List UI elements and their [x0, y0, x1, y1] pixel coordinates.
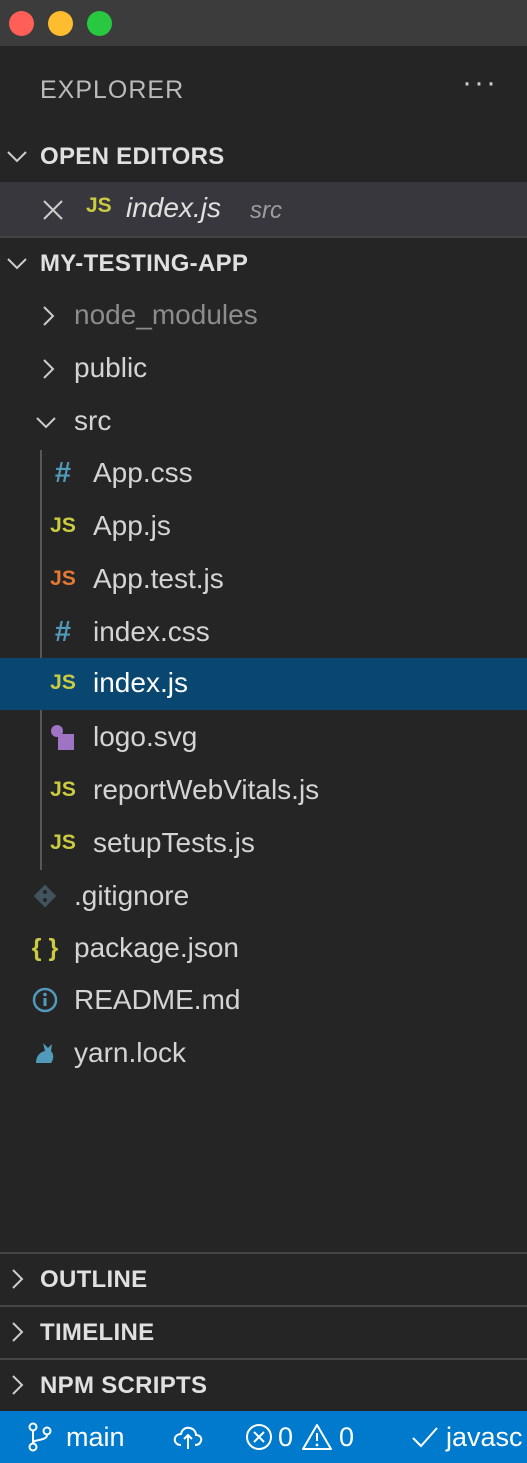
tree-file-yarn-lock[interactable]: yarn.lock: [0, 1028, 527, 1080]
window-minimize-button[interactable]: [48, 11, 73, 36]
tree-file-index-css[interactable]: # index.css: [0, 607, 527, 659]
tree-folder-public[interactable]: public: [0, 343, 527, 395]
npm-scripts-panel-header[interactable]: NPM SCRIPTS: [0, 1358, 527, 1412]
js-file-icon: JS: [50, 514, 76, 537]
open-editor-path: src: [250, 197, 282, 224]
timeline-panel-header[interactable]: TIMELINE: [0, 1305, 527, 1357]
git-branch-icon: [28, 1422, 52, 1452]
close-icon[interactable]: [40, 197, 66, 223]
open-editors-header[interactable]: OPEN EDITORS: [0, 131, 527, 181]
problems-status[interactable]: 0 0: [244, 1411, 354, 1463]
tree-file-package-json[interactable]: { } package.json: [0, 923, 527, 975]
tree-folder-src[interactable]: src: [0, 396, 527, 448]
tree-file-app-css[interactable]: # App.css: [0, 448, 527, 500]
warning-count: 0: [339, 1421, 355, 1452]
git-icon: [33, 884, 57, 908]
timeline-label: TIMELINE: [40, 1319, 155, 1346]
test-js-file-icon: JS: [50, 567, 76, 590]
js-file-icon: JS: [50, 778, 76, 801]
tree-item-label: package.json: [74, 932, 240, 963]
tree-item-label: logo.svg: [93, 721, 198, 752]
tree-item-label: src: [74, 405, 112, 436]
tree-item-label: node_modules: [74, 299, 258, 330]
tree-item-label: index.css: [93, 616, 210, 647]
tree-file-setuptests-js[interactable]: JS setupTests.js: [0, 818, 527, 870]
window-close-button[interactable]: [9, 11, 34, 36]
branch-name: main: [66, 1421, 125, 1452]
project-header[interactable]: MY-TESTING-APP: [0, 236, 527, 288]
error-count: 0: [278, 1421, 294, 1452]
chevron-right-icon: [12, 1322, 24, 1342]
open-editor-item[interactable]: JS index.js src: [0, 182, 527, 236]
explorer-title: EXPLORER: [40, 76, 185, 104]
more-actions-icon[interactable]: ···: [462, 66, 498, 100]
title-bar: [0, 0, 527, 46]
tree-file-readme-md[interactable]: README.md: [0, 975, 527, 1027]
js-file-icon: JS: [50, 831, 76, 854]
svg-image-icon: [51, 725, 74, 750]
tree-item-label: reportWebVitals.js: [93, 774, 320, 805]
chevron-down-icon: [7, 151, 27, 163]
info-icon: [32, 987, 58, 1013]
window-maximize-button[interactable]: [87, 11, 112, 36]
css-file-icon: #: [54, 457, 72, 489]
branch-status[interactable]: main: [26, 1411, 125, 1463]
json-file-icon: { }: [31, 934, 59, 962]
tree-file-gitignore[interactable]: .gitignore: [0, 871, 527, 923]
js-file-icon: JS: [50, 671, 76, 694]
project-label: MY-TESTING-APP: [40, 250, 249, 277]
tree-item-label: App.js: [93, 510, 171, 541]
tree-item-label: README.md: [74, 984, 241, 1015]
check-icon: [412, 1427, 438, 1448]
tree-item-label: setupTests.js: [93, 827, 255, 858]
explorer-header: EXPLORER ···: [0, 64, 527, 112]
chevron-right-icon: [43, 359, 55, 379]
tree-item-label: .gitignore: [74, 880, 190, 911]
chevron-down-icon: [36, 417, 56, 429]
language-mode: javasc: [446, 1421, 523, 1452]
outline-panel-header[interactable]: OUTLINE: [0, 1252, 527, 1304]
css-file-icon: #: [54, 616, 72, 648]
status-bar: main 0 0 javasc: [0, 1411, 527, 1463]
tree-item-label: App.css: [93, 457, 193, 488]
chevron-right-icon: [12, 1375, 24, 1395]
tree-file-logo-svg[interactable]: logo.svg: [0, 712, 527, 764]
tree-file-app-test-js[interactable]: JS App.test.js: [0, 554, 527, 606]
open-editors-label: OPEN EDITORS: [40, 143, 225, 170]
sync-button[interactable]: [172, 1411, 204, 1463]
chevron-right-icon: [43, 306, 55, 326]
js-file-icon: JS: [86, 194, 112, 217]
open-editor-filename: index.js: [126, 192, 221, 223]
chevron-right-icon: [12, 1269, 24, 1289]
chevron-down-icon: [7, 258, 27, 270]
cloud-upload-icon: [173, 1426, 203, 1449]
tree-item-label: App.test.js: [93, 563, 224, 594]
language-status[interactable]: javasc: [410, 1411, 523, 1463]
tree-item-label: index.js: [93, 667, 188, 698]
error-icon: [246, 1424, 272, 1450]
tree-file-reportwebvitals-js[interactable]: JS reportWebVitals.js: [0, 765, 527, 817]
tree-folder-node-modules[interactable]: node_modules: [0, 290, 527, 342]
tree-item-label: yarn.lock: [74, 1037, 187, 1068]
tree-file-app-js[interactable]: JS App.js: [0, 501, 527, 553]
outline-label: OUTLINE: [40, 1266, 148, 1293]
tree-item-label: public: [74, 352, 148, 383]
tree-file-index-js[interactable]: JS index.js: [0, 658, 527, 710]
warning-icon: [302, 1424, 333, 1450]
npm-scripts-label: NPM SCRIPTS: [40, 1372, 208, 1399]
yarn-cat-icon: [36, 1043, 54, 1063]
